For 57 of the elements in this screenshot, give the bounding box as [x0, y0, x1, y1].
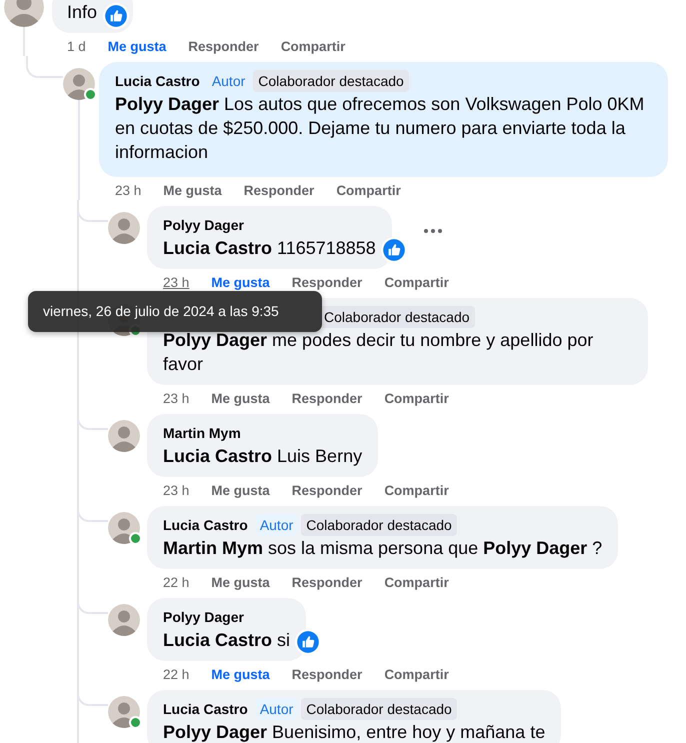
avatar[interactable]: [108, 212, 140, 244]
like-link[interactable]: Me gusta: [211, 482, 270, 498]
thread-connector: [26, 56, 63, 78]
reply-link[interactable]: Responder: [292, 574, 362, 590]
avatar[interactable]: [108, 420, 140, 452]
author-name[interactable]: Polyy Dager: [163, 606, 244, 628]
comment-text: Info: [67, 1, 98, 24]
comment-text: Lucia Castro 1165718858: [163, 237, 376, 260]
author-badge: Autor: [256, 514, 298, 536]
reply-link[interactable]: Responder: [292, 482, 362, 498]
date-tooltip: viernes, 26 de julio de 2024 a las 9:35: [28, 291, 322, 332]
like-icon[interactable]: [380, 237, 407, 263]
like-link[interactable]: Me gusta: [211, 574, 270, 590]
share-link[interactable]: Compartir: [336, 182, 401, 198]
share-link[interactable]: Compartir: [384, 482, 449, 498]
share-link[interactable]: Compartir: [384, 574, 449, 590]
timestamp-link[interactable]: 23 h: [163, 274, 190, 290]
share-link[interactable]: Compartir: [384, 666, 449, 682]
timestamp-link[interactable]: 23 h: [163, 482, 190, 498]
avatar[interactable]: [108, 604, 140, 636]
like-link[interactable]: Me gusta: [108, 38, 166, 54]
author-name[interactable]: Lucia Castro: [115, 70, 200, 92]
reply-link[interactable]: Responder: [292, 390, 362, 406]
like-link[interactable]: Me gusta: [163, 182, 222, 198]
reply-link[interactable]: Responder: [244, 182, 314, 198]
contributor-badge: Colaborador destacado: [301, 514, 457, 536]
like-link[interactable]: Me gusta: [211, 274, 270, 290]
share-link[interactable]: Compartir: [384, 390, 449, 406]
timestamp-link[interactable]: 22 h: [163, 574, 190, 590]
contributor-badge: Colaborador destacado: [301, 698, 457, 720]
share-link[interactable]: Compartir: [384, 274, 449, 290]
timestamp-link[interactable]: 1 d: [67, 38, 86, 54]
like-link[interactable]: Me gusta: [211, 666, 270, 682]
reply-link[interactable]: Responder: [188, 38, 259, 54]
like-icon[interactable]: [103, 3, 130, 29]
contributor-badge: Colaborador destacado: [319, 306, 475, 328]
author-name[interactable]: Martin Mym: [163, 422, 241, 444]
author-name[interactable]: Lucia Castro: [163, 514, 248, 536]
comment-text: Lucia Castro si: [163, 629, 290, 652]
reply-link[interactable]: Responder: [292, 274, 362, 290]
comment-text: Polyy Dager Los autos que ofrecemos son Volkswagen Polo 0KM en cuotas de $250.000. Dejame tu numero para enviarte toda la informacion: [115, 93, 646, 164]
comment-text: Lucia Castro Luis Berny: [163, 445, 362, 468]
author-name[interactable]: Polyy Dager: [163, 214, 244, 236]
timestamp-link[interactable]: 23 h: [115, 182, 142, 198]
timestamp-link[interactable]: 23 h: [163, 390, 190, 406]
contributor-badge: Colaborador destacado: [253, 70, 409, 92]
author-name[interactable]: Lucia Castro: [163, 698, 248, 720]
comment-text: Polyy Dager me podes decir tu nombre y apellido por favor: [163, 329, 594, 376]
timestamp-link[interactable]: 22 h: [163, 666, 190, 682]
like-icon[interactable]: [295, 629, 322, 655]
share-link[interactable]: Compartir: [280, 38, 346, 54]
comment-text: Martin Mym sos la misma persona que Polyy Dager ?: [163, 537, 602, 560]
more-options-icon[interactable]: [424, 228, 442, 232]
author-badge: Autor: [256, 698, 298, 720]
reply-link[interactable]: Responder: [292, 666, 362, 682]
comment-text: Polyy Dager Buenisimo, entre hoy y mañana te: [163, 721, 546, 743]
like-link[interactable]: Me gusta: [211, 390, 270, 406]
